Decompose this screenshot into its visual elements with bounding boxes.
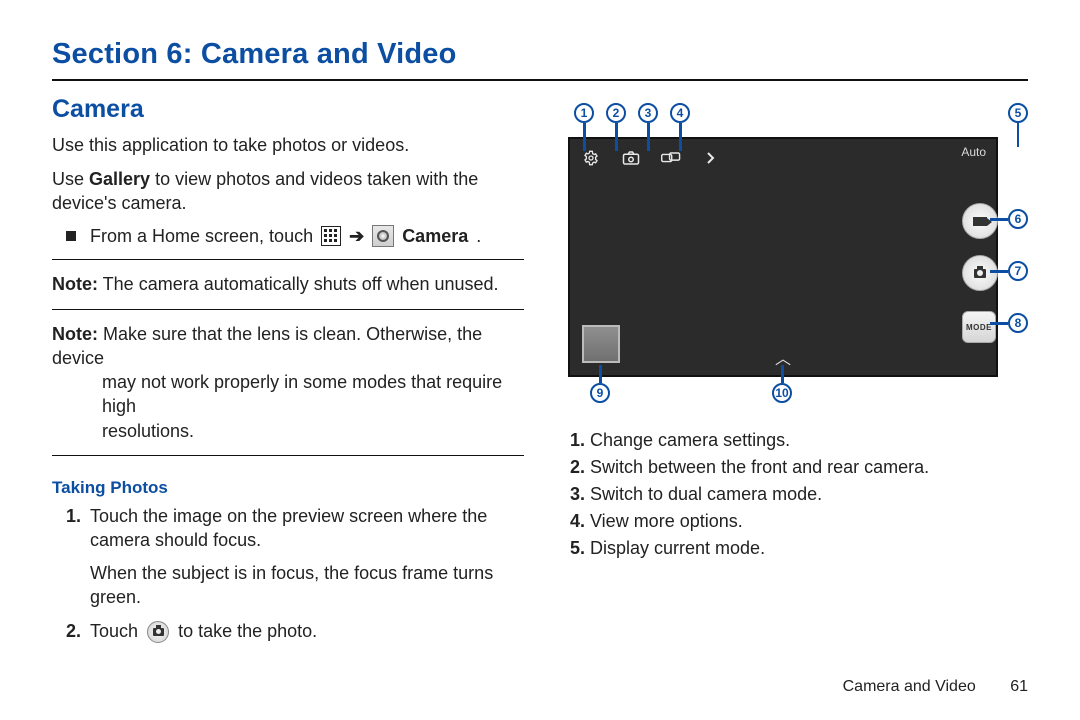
record-video-button [962, 203, 998, 239]
take-photo-button [962, 255, 998, 291]
step-1: Touch the image on the preview screen wh… [86, 504, 524, 609]
text: . [476, 226, 481, 247]
text: Use [52, 169, 89, 189]
chevron-right-icon [700, 147, 722, 169]
title-rule [52, 79, 1028, 81]
lead-line [615, 123, 618, 151]
note-autoshutoff: Note: The camera automatically shuts off… [52, 272, 524, 296]
callout-9: 9 [590, 383, 610, 403]
callout-8: 8 [1008, 313, 1028, 333]
lead-line [647, 123, 650, 151]
callout-6: 6 [1008, 209, 1028, 229]
divider [52, 259, 524, 260]
legend-item-1: Change camera settings. [590, 427, 1028, 454]
steps-list: Touch the image on the preview screen wh… [86, 504, 524, 643]
legend-list: Change camera settings. Switch between t… [590, 427, 1028, 562]
callout-1: 1 [574, 103, 594, 123]
mode-button: MODE [962, 311, 996, 343]
note-label: Note: [52, 324, 98, 344]
callout-5: 5 [1008, 103, 1028, 123]
subheading-taking-photos: Taking Photos [52, 478, 524, 498]
text: From a Home screen, touch [90, 226, 313, 247]
divider [52, 309, 524, 310]
legend-item-2: Switch between the front and rear camera… [590, 454, 1028, 481]
right-column: 1 2 3 4 5 6 7 8 9 [556, 95, 1028, 654]
para-gallery: Use Gallery to view photos and videos ta… [52, 168, 524, 216]
arrow-icon: ➔ [349, 226, 364, 247]
callout-3: 3 [638, 103, 658, 123]
camera-diagram: 1 2 3 4 5 6 7 8 9 [556, 103, 1028, 403]
legend-item-4: View more options. [590, 508, 1028, 535]
lead-line [679, 123, 682, 151]
note-lens: Note: Make sure that the lens is clean. … [52, 322, 524, 443]
lead-line [1017, 123, 1020, 147]
camera-app-icon [372, 225, 394, 247]
text: Touch the image on the preview screen wh… [90, 506, 487, 550]
left-column: Camera Use this application to take phot… [52, 95, 524, 654]
step-2: Touch to take the photo. [86, 619, 524, 643]
text: The camera automatically shuts off when … [98, 274, 499, 294]
lead-line [781, 365, 784, 383]
shutter-icon [147, 621, 169, 643]
mode-indicator: Auto [961, 145, 986, 159]
text: Make sure that the lens is clean. Otherw… [52, 324, 482, 368]
footer-page-number: 61 [1010, 678, 1028, 695]
bold-camera: Camera [402, 226, 468, 247]
instruction-home: From a Home screen, touch ➔ Camera. [66, 225, 524, 247]
callout-10: 10 [772, 383, 792, 403]
para-intro: Use this application to take photos or v… [52, 134, 524, 158]
apps-grid-icon [321, 226, 341, 246]
lead-line [990, 270, 1008, 273]
lead-line [990, 322, 1008, 325]
text: may not work properly in some modes that… [52, 370, 524, 419]
text: to take the photo. [178, 621, 317, 641]
page-footer: Camera and Video 61 [843, 678, 1028, 696]
section-title: Section 6: Camera and Video [52, 38, 1028, 71]
square-bullet-icon [66, 231, 76, 241]
lead-line [599, 365, 602, 383]
heading-camera: Camera [52, 95, 524, 124]
lead-line [990, 218, 1008, 221]
switch-camera-icon [620, 147, 642, 169]
legend-item-5: Display current mode. [590, 535, 1028, 562]
bold-gallery: Gallery [89, 169, 150, 189]
text: When the subject is in focus, the focus … [90, 563, 493, 607]
divider [52, 455, 524, 456]
callout-7: 7 [1008, 261, 1028, 281]
legend-item-3: Switch to dual camera mode. [590, 481, 1028, 508]
lead-line [583, 123, 586, 151]
callout-4: 4 [670, 103, 690, 123]
callout-2: 2 [606, 103, 626, 123]
footer-chapter: Camera and Video [843, 678, 976, 695]
text: resolutions. [52, 419, 524, 443]
gallery-thumbnail [582, 325, 620, 363]
note-label: Note: [52, 274, 98, 294]
text: Touch [90, 621, 143, 641]
camera-ui-preview: Auto MODE ︿ [568, 137, 998, 377]
